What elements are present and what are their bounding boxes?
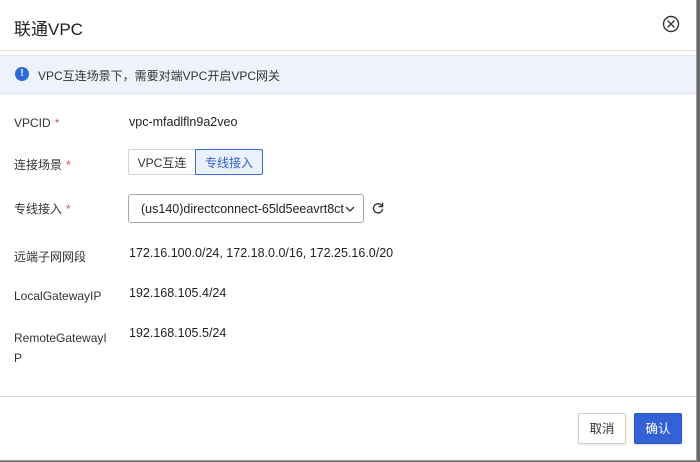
local-gateway-ip-label: LocalGatewayIP [14, 289, 102, 303]
chevron-down-icon [345, 206, 355, 212]
direct-connect-label: 专线接入 * [14, 200, 71, 217]
scenario-label: 连接场景 * [14, 156, 71, 173]
confirm-button[interactable]: 确认 [634, 413, 682, 444]
footer-divider [0, 396, 696, 397]
direct-connect-label-text: 专线接入 [14, 202, 63, 216]
required-mark: * [54, 116, 60, 130]
remote-subnets-value: 172.16.100.0/24, 172.18.0.0/16, 172.25.1… [129, 246, 394, 260]
remote-gateway-ip-label: RemoteGatewayI P [14, 328, 107, 368]
vpcid-label: VPCID * [14, 116, 59, 130]
info-notice: ! VPC互连场景下，需要对端VPC开启VPC网关 [0, 55, 696, 94]
dialog-title: 联通VPC [14, 20, 83, 39]
cancel-button[interactable]: 取消 [578, 413, 626, 444]
vpcid-label-text: VPCID [14, 116, 51, 130]
remote-gateway-ip-label-line2: P [14, 351, 23, 365]
remote-gateway-ip-label-line1: RemoteGatewayI [14, 331, 107, 345]
required-mark: * [66, 158, 71, 172]
scenario-label-text: 连接场景 [14, 158, 63, 172]
dialog-header: 联通VPC [0, 0, 696, 51]
vpcid-value: vpc-mfadlfln9a2veo [129, 115, 238, 129]
remote-gateway-ip-value: 192.168.105.5/24 [129, 326, 227, 340]
direct-connect-selected-value: (us140)directconnect-65ld5eeavrt8ct [141, 202, 344, 216]
local-gateway-ip-value: 192.168.105.4/24 [129, 286, 227, 300]
direct-connect-select[interactable]: (us140)directconnect-65ld5eeavrt8ct [128, 194, 364, 223]
connect-vpc-dialog: 联通VPC ! VPC互连场景下，需要对端VPC开启VPC网关 VPCID * v… [0, 0, 697, 461]
close-circle-icon [662, 15, 680, 33]
scenario-option-direct-connect[interactable]: 专线接入 [195, 149, 263, 175]
remote-subnets-label: 远端子网网段 [14, 250, 87, 264]
required-mark: * [66, 202, 71, 216]
notice-text: VPC互连场景下，需要对端VPC开启VPC网关 [38, 69, 281, 83]
refresh-icon[interactable] [371, 201, 385, 215]
scenario-option-vpc-interconnect[interactable]: VPC互连 [128, 149, 195, 175]
info-icon: ! [15, 67, 29, 81]
close-button[interactable] [662, 15, 680, 33]
